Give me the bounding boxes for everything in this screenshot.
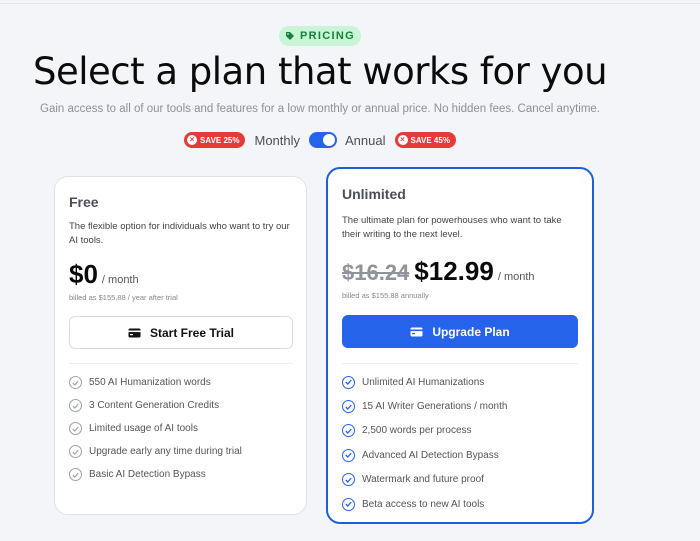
list-item: 15 AI Writer Generations / month — [342, 394, 507, 418]
check-circle-icon — [342, 375, 355, 389]
check-circle-icon — [69, 422, 82, 435]
start-free-trial-button[interactable]: Start Free Trial — [69, 316, 293, 349]
feature-label: Basic AI Detection Bypass — [89, 469, 206, 480]
list-item: Unlimited AI Humanizations — [342, 370, 507, 394]
feature-label: Upgrade early any time during trial — [89, 446, 242, 457]
list-item: 2,500 words per process — [342, 419, 507, 443]
check-circle-icon — [342, 473, 355, 487]
price-row: $16.24 $12.99 / month — [342, 256, 535, 287]
credit-card-icon — [410, 327, 423, 336]
billing-note: billed as $155.88 annually — [342, 291, 429, 300]
save-annual-badge: × SAVE 45% — [394, 132, 456, 148]
pricing-badge-label: PRICING — [300, 30, 355, 42]
feature-label: Limited usage of AI tools — [89, 423, 198, 434]
price: $0 — [69, 259, 98, 289]
close-circle-icon: × — [187, 135, 198, 145]
divider — [69, 363, 293, 364]
list-item: Limited usage of AI tools — [69, 417, 242, 440]
plan-card-unlimited: Unlimited The ultimate plan for powerhou… — [326, 167, 594, 524]
feature-label: 550 AI Humanization words — [89, 377, 211, 388]
list-item: 3 Content Generation Credits — [69, 394, 242, 417]
list-item: 550 AI Humanization words — [69, 371, 242, 394]
save-monthly-badge: × SAVE 25% — [184, 132, 246, 148]
check-circle-icon — [69, 399, 82, 412]
monthly-option[interactable]: Monthly — [254, 133, 300, 148]
billing-toggle-row: × SAVE 25% Monthly Annual × SAVE 45% — [0, 131, 640, 149]
list-item: Upgrade early any time during trial — [69, 440, 242, 463]
divider — [342, 363, 578, 364]
price-period: / month — [101, 274, 139, 286]
check-circle-icon — [342, 448, 355, 462]
list-item: Watermark and future proof — [342, 468, 507, 492]
list-item: Beta access to new AI tools — [342, 492, 507, 516]
start-free-trial-label: Start Free Trial — [149, 325, 235, 340]
check-circle-icon — [342, 424, 355, 438]
billing-note: billed as $155.88 / year after trial — [69, 293, 178, 302]
list-item: Basic AI Detection Bypass — [69, 463, 242, 486]
credit-card-icon — [128, 328, 141, 337]
feature-label: Unlimited AI Humanizations — [362, 376, 485, 388]
close-circle-icon: × — [397, 135, 408, 145]
feature-label: 3 Content Generation Credits — [89, 400, 220, 411]
page-title: Select a plan that works for you — [32, 50, 608, 93]
feature-label: 15 AI Writer Generations / month — [362, 401, 508, 413]
price-row: $0 / month — [69, 259, 139, 290]
price-period: / month — [497, 271, 535, 283]
feature-label: 2,500 words per process — [362, 425, 472, 437]
switch-knob — [323, 134, 336, 146]
tag-icon — [286, 32, 295, 40]
feature-label: Beta access to new AI tools — [362, 498, 485, 510]
feature-label: Watermark and future proof — [362, 474, 484, 486]
billing-switch[interactable] — [309, 132, 338, 148]
top-border — [0, 3, 700, 4]
price: $12.99 — [414, 256, 494, 286]
plan-card-free: Free The flexible option for individuals… — [54, 176, 307, 515]
upgrade-plan-label: Upgrade Plan — [432, 324, 510, 339]
check-circle-icon — [342, 400, 355, 414]
plan-name: Free — [69, 194, 99, 210]
check-circle-icon — [69, 468, 82, 481]
list-item: Advanced AI Detection Bypass — [342, 443, 507, 467]
save-monthly-label: SAVE 25% — [200, 135, 240, 145]
feature-list: 550 AI Humanization words 3 Content Gene… — [69, 371, 242, 486]
original-price: $16.24 — [342, 260, 410, 285]
annual-option[interactable]: Annual — [345, 133, 385, 148]
check-circle-icon — [342, 497, 355, 511]
check-circle-icon — [69, 376, 82, 389]
feature-list: Unlimited AI Humanizations 15 AI Writer … — [342, 370, 507, 516]
upgrade-plan-button[interactable]: Upgrade Plan — [342, 315, 578, 348]
plan-description: The flexible option for individuals who … — [69, 221, 290, 246]
page-subtitle: Gain access to all of our tools and feat… — [40, 103, 600, 115]
plan-description: The ultimate plan for powerhouses who wa… — [342, 215, 562, 240]
plan-name: Unlimited — [342, 186, 406, 202]
pricing-badge: PRICING — [279, 26, 361, 46]
check-circle-icon — [69, 445, 82, 458]
feature-label: Advanced AI Detection Bypass — [362, 449, 499, 461]
save-annual-label: SAVE 45% — [410, 135, 450, 145]
